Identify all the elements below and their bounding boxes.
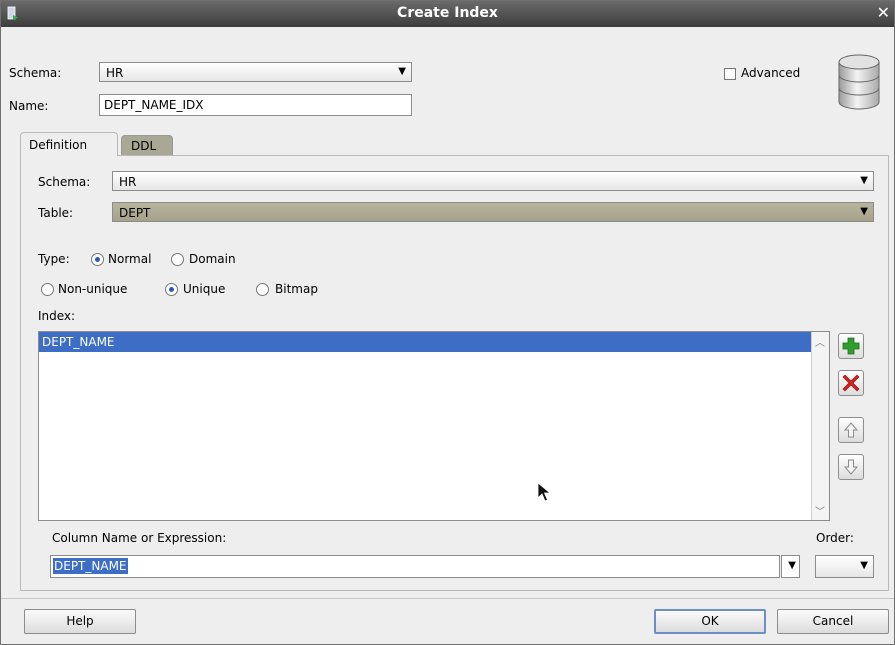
scroll-up-icon[interactable]: ︿: [815, 334, 825, 349]
column-expression-dropdown[interactable]: ▼: [781, 555, 800, 578]
table-value: DEPT: [119, 206, 151, 220]
schema-label: Schema:: [9, 66, 62, 80]
chevron-down-icon: ▼: [860, 175, 868, 186]
column-expression-value: DEPT_NAME: [53, 558, 128, 574]
unique-radio[interactable]: [165, 283, 178, 296]
index-columns-label: Index:: [38, 309, 76, 323]
tab-definition[interactable]: Definition: [20, 132, 118, 156]
column-expression-label: Column Name or Expression:: [52, 531, 227, 545]
scroll-down-icon[interactable]: ﹀: [815, 503, 825, 518]
type-normal-radio[interactable]: [91, 253, 104, 266]
help-button[interactable]: Help: [24, 609, 136, 634]
type-label: Type:: [38, 252, 70, 266]
tab-definition-label: Definition: [29, 138, 88, 152]
index-columns-list[interactable]: DEPT_NAME ︿ ﹀: [38, 331, 830, 521]
move-up-button[interactable]: [838, 417, 864, 443]
window-title: Create Index: [397, 5, 498, 21]
move-down-button[interactable]: [838, 454, 864, 480]
name-label: Name:: [9, 99, 49, 113]
chevron-down-icon: ▼: [860, 560, 868, 571]
ok-button-label: OK: [701, 614, 719, 628]
tab-ddl-label: DDL: [131, 139, 157, 153]
unique-label: Unique: [183, 282, 226, 296]
non-unique-radio[interactable]: [41, 283, 54, 296]
list-scrollbar[interactable]: ︿ ﹀: [811, 332, 829, 520]
mouse-cursor-icon: [537, 482, 552, 502]
type-domain-label: Domain: [189, 252, 236, 266]
bitmap-radio[interactable]: [256, 283, 269, 296]
table-schema-label: Schema:: [38, 175, 91, 189]
table-combo[interactable]: DEPT ▼: [112, 202, 874, 222]
arrow-up-icon: [843, 422, 859, 438]
order-combo[interactable]: ▼: [815, 555, 874, 578]
table-schema-combo[interactable]: HR ▼: [112, 171, 874, 191]
order-label: Order:: [816, 531, 854, 545]
close-icon[interactable]: ✕: [877, 5, 890, 21]
type-domain-radio[interactable]: [171, 253, 184, 266]
index-name-field[interactable]: DEPT_NAME_IDX: [99, 94, 412, 116]
chevron-down-icon: ▼: [860, 206, 868, 217]
list-item[interactable]: DEPT_NAME: [39, 332, 812, 352]
advanced-checkbox[interactable]: [724, 68, 736, 80]
chevron-down-icon: ▼: [398, 66, 406, 77]
arrow-down-icon: [843, 459, 859, 475]
type-normal-label: Normal: [108, 252, 152, 266]
column-expression-field[interactable]: DEPT_NAME: [50, 555, 780, 578]
button-bar-divider: [1, 598, 894, 599]
cancel-button-label: Cancel: [812, 614, 854, 628]
add-column-button[interactable]: [838, 333, 864, 359]
schema-value: HR: [106, 66, 124, 80]
plus-icon: [842, 337, 860, 355]
advanced-label: Advanced: [741, 66, 801, 80]
index-name-value: DEPT_NAME_IDX: [104, 98, 204, 112]
delete-x-icon: [842, 374, 860, 392]
create-index-dialog: Create Index ✕ Schema: HR ▼ Name: DEPT_N…: [0, 0, 895, 645]
cancel-button[interactable]: Cancel: [777, 609, 889, 634]
title-bar[interactable]: Create Index ✕: [1, 1, 894, 27]
help-button-label: Help: [66, 614, 94, 628]
database-icon: [838, 54, 880, 110]
table-schema-value: HR: [119, 175, 137, 189]
tab-ddl[interactable]: DDL: [121, 135, 173, 156]
schema-combo[interactable]: HR ▼: [99, 62, 412, 82]
table-label: Table:: [38, 206, 74, 220]
bitmap-label: Bitmap: [275, 282, 318, 296]
remove-column-button[interactable]: [838, 370, 864, 396]
ok-button[interactable]: OK: [654, 609, 766, 634]
non-unique-label: Non-unique: [58, 282, 128, 296]
list-item-label: DEPT_NAME: [42, 335, 115, 349]
chevron-down-icon: ▼: [788, 560, 796, 571]
